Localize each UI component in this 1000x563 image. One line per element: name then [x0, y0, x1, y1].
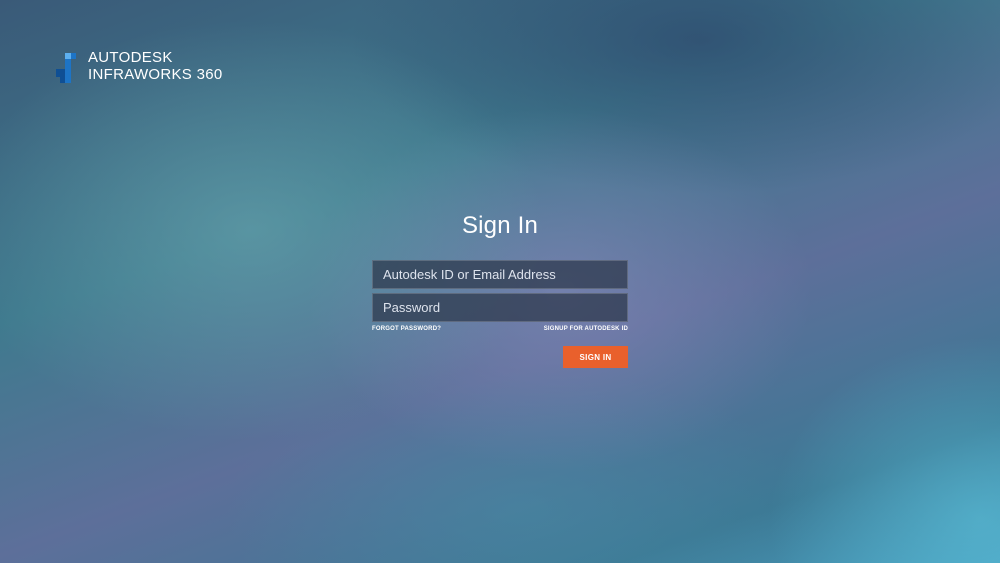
forgot-password-link[interactable]: FORGOT PASSWORD? — [372, 326, 441, 332]
sign-in-form: Sign In FORGOT PASSWORD? SIGNUP FOR AUTO… — [372, 212, 628, 368]
signup-link[interactable]: SIGNUP FOR AUTODESK ID — [544, 326, 628, 332]
form-links: FORGOT PASSWORD? SIGNUP FOR AUTODESK ID — [372, 326, 628, 332]
autodesk-id-input[interactable] — [372, 260, 628, 289]
sign-in-button[interactable]: SIGN IN — [563, 346, 628, 368]
logo-brand: AUTODESK — [88, 49, 173, 66]
logo-text: AUTODESK INFRAWORKS 360 — [88, 50, 223, 82]
logo-product-name: INFRAWORKS 360 — [88, 66, 223, 83]
autodesk-logo-icon — [56, 53, 76, 83]
app-logo: AUTODESK INFRAWORKS 360 — [56, 50, 223, 83]
page-title: Sign In — [461, 212, 539, 239]
password-input[interactable] — [372, 293, 628, 322]
button-row: SIGN IN — [372, 346, 628, 368]
